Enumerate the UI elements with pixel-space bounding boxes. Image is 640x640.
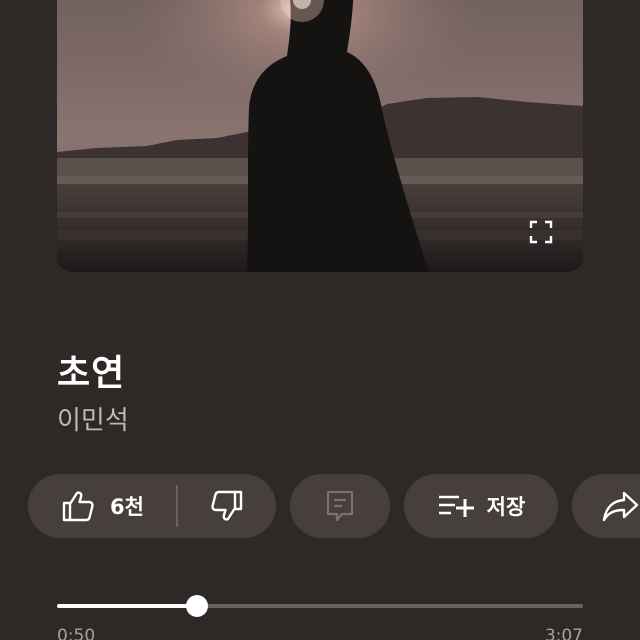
total-time: 3:07	[544, 626, 583, 640]
comment-icon	[326, 490, 354, 522]
album-artwork[interactable]	[57, 0, 583, 272]
progress-fill	[57, 604, 198, 608]
thumbs-down-icon	[211, 490, 243, 521]
artist-name[interactable]: 이민석	[57, 400, 129, 437]
like-dislike-group: 6천	[28, 474, 276, 538]
share-icon	[602, 491, 639, 522]
artwork-image	[57, 0, 583, 272]
current-time: 0:50	[57, 626, 96, 640]
comment-button[interactable]	[290, 474, 390, 538]
playlist-add-icon	[438, 495, 474, 517]
fullscreen-button[interactable]	[527, 218, 555, 246]
progress-thumb[interactable]	[186, 595, 209, 617]
save-label: 저장	[486, 495, 526, 519]
like-count: 6천	[110, 495, 144, 519]
fullscreen-icon	[529, 220, 553, 244]
dislike-button[interactable]	[178, 474, 276, 538]
save-button[interactable]: 저장	[404, 474, 558, 538]
thumbs-up-icon	[62, 491, 94, 522]
like-button[interactable]: 6천	[28, 474, 176, 538]
player-screen: 초연 이민석 6천 저장 0:50 3:07	[0, 0, 640, 640]
share-button[interactable]	[572, 474, 640, 538]
song-title: 초연	[57, 353, 126, 394]
progress-bar[interactable]	[57, 595, 583, 617]
